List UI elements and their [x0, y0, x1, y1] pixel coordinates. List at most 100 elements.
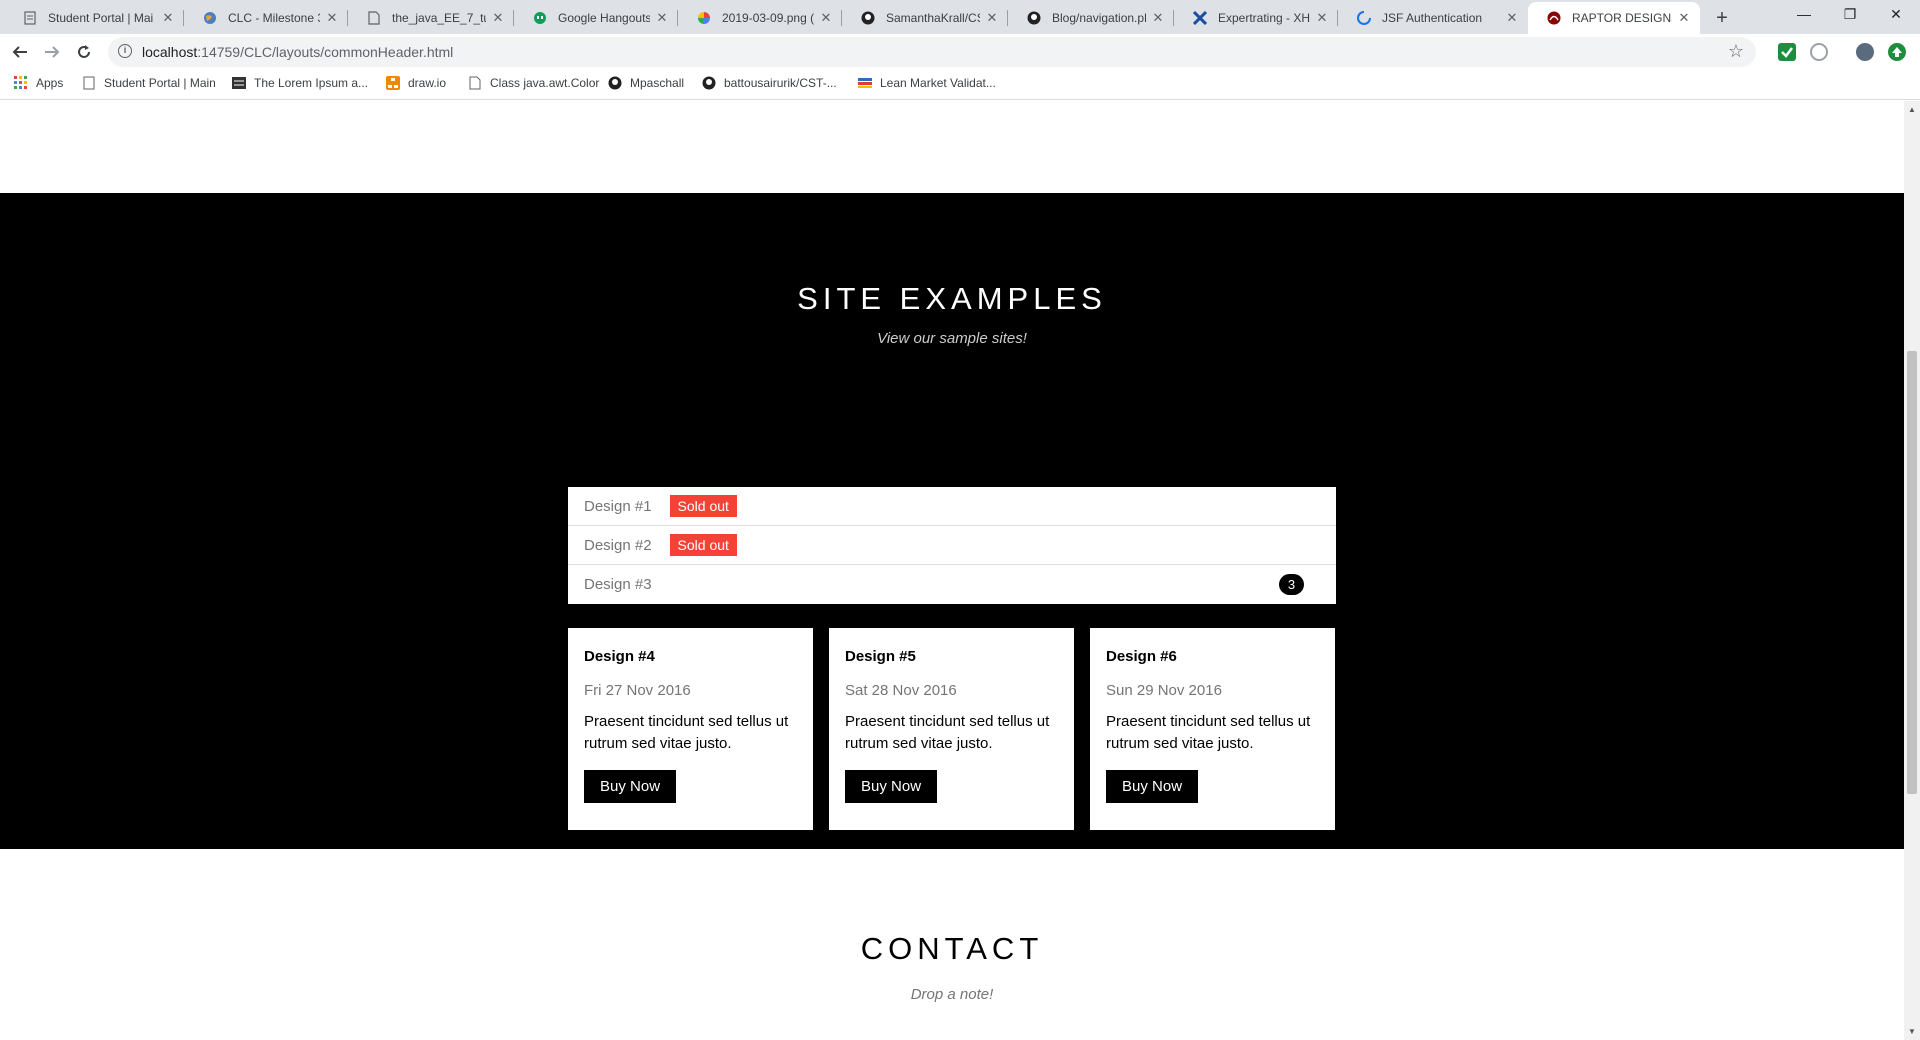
tab-title: Google Hangouts	[558, 11, 650, 25]
section-title: SITE EXAMPLES	[797, 281, 1107, 316]
contact-title: CONTACT	[860, 931, 1044, 966]
info-icon[interactable]: i	[118, 44, 132, 58]
tab-4[interactable]: 2019-03-09.png (83 ✕	[678, 2, 842, 34]
scrollbar-thumb[interactable]	[1907, 351, 1917, 794]
site-examples-section: SITE EXAMPLES View our sample sites! Des…	[0, 193, 1904, 849]
page-viewport: SITE EXAMPLES View our sample sites! Des…	[0, 101, 1904, 1040]
contact-subtitle: Drop a note!	[910, 986, 994, 1003]
browser-toolbar: i localhost:14759/CLC/layouts/commonHead…	[0, 34, 1920, 70]
close-icon[interactable]: ✕	[1150, 10, 1166, 26]
list-item[interactable]: Design #2 Sold out	[568, 526, 1336, 565]
checkmark-extension-icon[interactable]	[1778, 43, 1796, 61]
back-icon[interactable]	[6, 38, 34, 66]
design-card: Design #5 Sat 28 Nov 2016 Praesent tinci…	[829, 628, 1074, 830]
close-icon[interactable]: ✕	[818, 10, 834, 26]
close-icon[interactable]: ✕	[984, 10, 1000, 26]
card-text: Praesent tincidunt sed tellus ut rutrum …	[584, 713, 789, 752]
tab-title: the_java_EE_7_tutor	[392, 11, 486, 25]
card-text: Praesent tincidunt sed tellus ut rutrum …	[1106, 713, 1311, 752]
url-text: localhost:14759/CLC/layouts/commonHeader…	[142, 44, 454, 60]
file-icon	[366, 10, 382, 26]
close-icon[interactable]: ✕	[1504, 10, 1520, 26]
extension-icon[interactable]	[1810, 43, 1828, 61]
tab-0[interactable]: Student Portal | Mai ✕	[4, 2, 184, 34]
card-title: Design #4	[584, 648, 655, 665]
bookmark-mpaschall[interactable]: Mpaschall	[608, 76, 684, 90]
restore-icon[interactable]: ❐	[1828, 0, 1872, 30]
card-date: Sun 29 Nov 2016	[1106, 682, 1222, 699]
tab-2[interactable]: the_java_EE_7_tutor ✕	[348, 2, 514, 34]
bookmark-battousairurik[interactable]: battousairurik/CST-...	[702, 76, 837, 90]
github-icon	[1026, 10, 1042, 26]
list-item[interactable]: Design #3 3	[568, 565, 1336, 604]
tab-6[interactable]: Blog/navigation.php ✕	[1008, 2, 1174, 34]
card-title: Design #5	[845, 648, 916, 665]
buy-now-button[interactable]: Buy Now	[584, 770, 677, 803]
lorem-icon	[232, 76, 246, 90]
new-tab-button[interactable]: +	[1708, 4, 1736, 32]
tab-5[interactable]: SamanthaKrall/CST ✕	[842, 2, 1008, 34]
page-scrollbar[interactable]: ▲ ▼	[1904, 101, 1920, 1040]
section-subtitle: View our sample sites!	[877, 330, 1027, 347]
card-text: Praesent tincidunt sed tellus ut rutrum …	[845, 713, 1050, 752]
scroll-up-icon[interactable]: ▲	[1908, 105, 1916, 114]
tab-title: SamanthaKrall/CST	[886, 11, 980, 25]
star-icon[interactable]: ☆	[1728, 41, 1744, 62]
design-list: Design #1 Sold out Design #2 Sold out De…	[568, 487, 1336, 604]
reload-icon[interactable]	[70, 38, 98, 66]
close-icon[interactable]: ✕	[1314, 10, 1330, 26]
github-icon	[608, 76, 622, 90]
sold-out-tag: Sold out	[669, 534, 737, 556]
scroll-down-icon[interactable]: ▼	[1908, 1027, 1916, 1036]
bookmark-java-color[interactable]: Class java.awt.Color	[468, 76, 599, 90]
github-icon	[860, 10, 876, 26]
tab-1[interactable]: CLC - Milestone 3 P ✕	[184, 2, 348, 34]
card-title: Design #6	[1106, 648, 1177, 665]
bookmark-apps[interactable]: Apps	[14, 76, 63, 90]
count-badge: 3	[1279, 574, 1304, 595]
tab-3[interactable]: Google Hangouts ✕	[514, 2, 678, 34]
tab-title: 2019-03-09.png (83	[722, 11, 814, 25]
tab-9[interactable]: RAPTOR DESIGNS ✕	[1528, 2, 1700, 34]
tab-7[interactable]: Expertrating - XHTM ✕	[1174, 2, 1338, 34]
list-item[interactable]: Design #1 Sold out	[568, 487, 1336, 526]
tab-title: CLC - Milestone 3 P	[228, 11, 320, 25]
tab-title: Blog/navigation.php	[1052, 11, 1146, 25]
bookmark-lorem-ipsum[interactable]: The Lorem Ipsum a...	[232, 76, 368, 90]
photos-icon	[696, 10, 712, 26]
raptor-icon	[1546, 10, 1562, 26]
update-icon[interactable]	[1888, 43, 1906, 61]
card-date: Sat 28 Nov 2016	[845, 682, 957, 699]
minimize-icon[interactable]: —	[1782, 0, 1826, 30]
close-icon[interactable]: ✕	[654, 10, 670, 26]
hangouts-icon	[532, 10, 548, 26]
close-icon[interactable]: ✕	[160, 10, 176, 26]
card-date: Fri 27 Nov 2016	[584, 682, 691, 699]
tab-8[interactable]: JSF Authentication ✕	[1338, 2, 1528, 34]
bookmark-lean-market[interactable]: Lean Market Validat...	[858, 76, 996, 90]
bookmark-drawio[interactable]: draw.io	[386, 76, 446, 90]
loading-icon	[1356, 10, 1372, 26]
document-icon	[22, 10, 38, 26]
address-bar[interactable]: i localhost:14759/CLC/layouts/commonHead…	[108, 37, 1756, 67]
forward-icon[interactable]	[38, 38, 66, 66]
close-icon[interactable]: ✕	[324, 10, 340, 26]
leanmarket-icon	[858, 76, 872, 90]
close-icon[interactable]: ✕	[490, 10, 506, 26]
github-icon	[702, 76, 716, 90]
buy-now-button[interactable]: Buy Now	[1106, 770, 1199, 803]
close-window-icon[interactable]: ✕	[1874, 0, 1918, 30]
expertrating-icon	[1192, 10, 1208, 26]
tab-title: Student Portal | Mai	[48, 11, 154, 25]
buy-now-button[interactable]: Buy Now	[845, 770, 938, 803]
tab-title: RAPTOR DESIGNS	[1572, 11, 1672, 25]
globe-icon	[202, 10, 218, 26]
list-item-label: Design #1	[584, 497, 652, 515]
tab-title: JSF Authentication	[1382, 11, 1483, 25]
list-item-label: Design #2	[584, 536, 652, 554]
bookmark-student-portal[interactable]: Student Portal | Main	[82, 76, 216, 90]
avatar[interactable]	[1856, 43, 1874, 61]
file-icon	[468, 76, 482, 90]
design-card: Design #4 Fri 27 Nov 2016 Praesent tinci…	[568, 628, 813, 830]
close-icon[interactable]: ✕	[1676, 10, 1692, 26]
